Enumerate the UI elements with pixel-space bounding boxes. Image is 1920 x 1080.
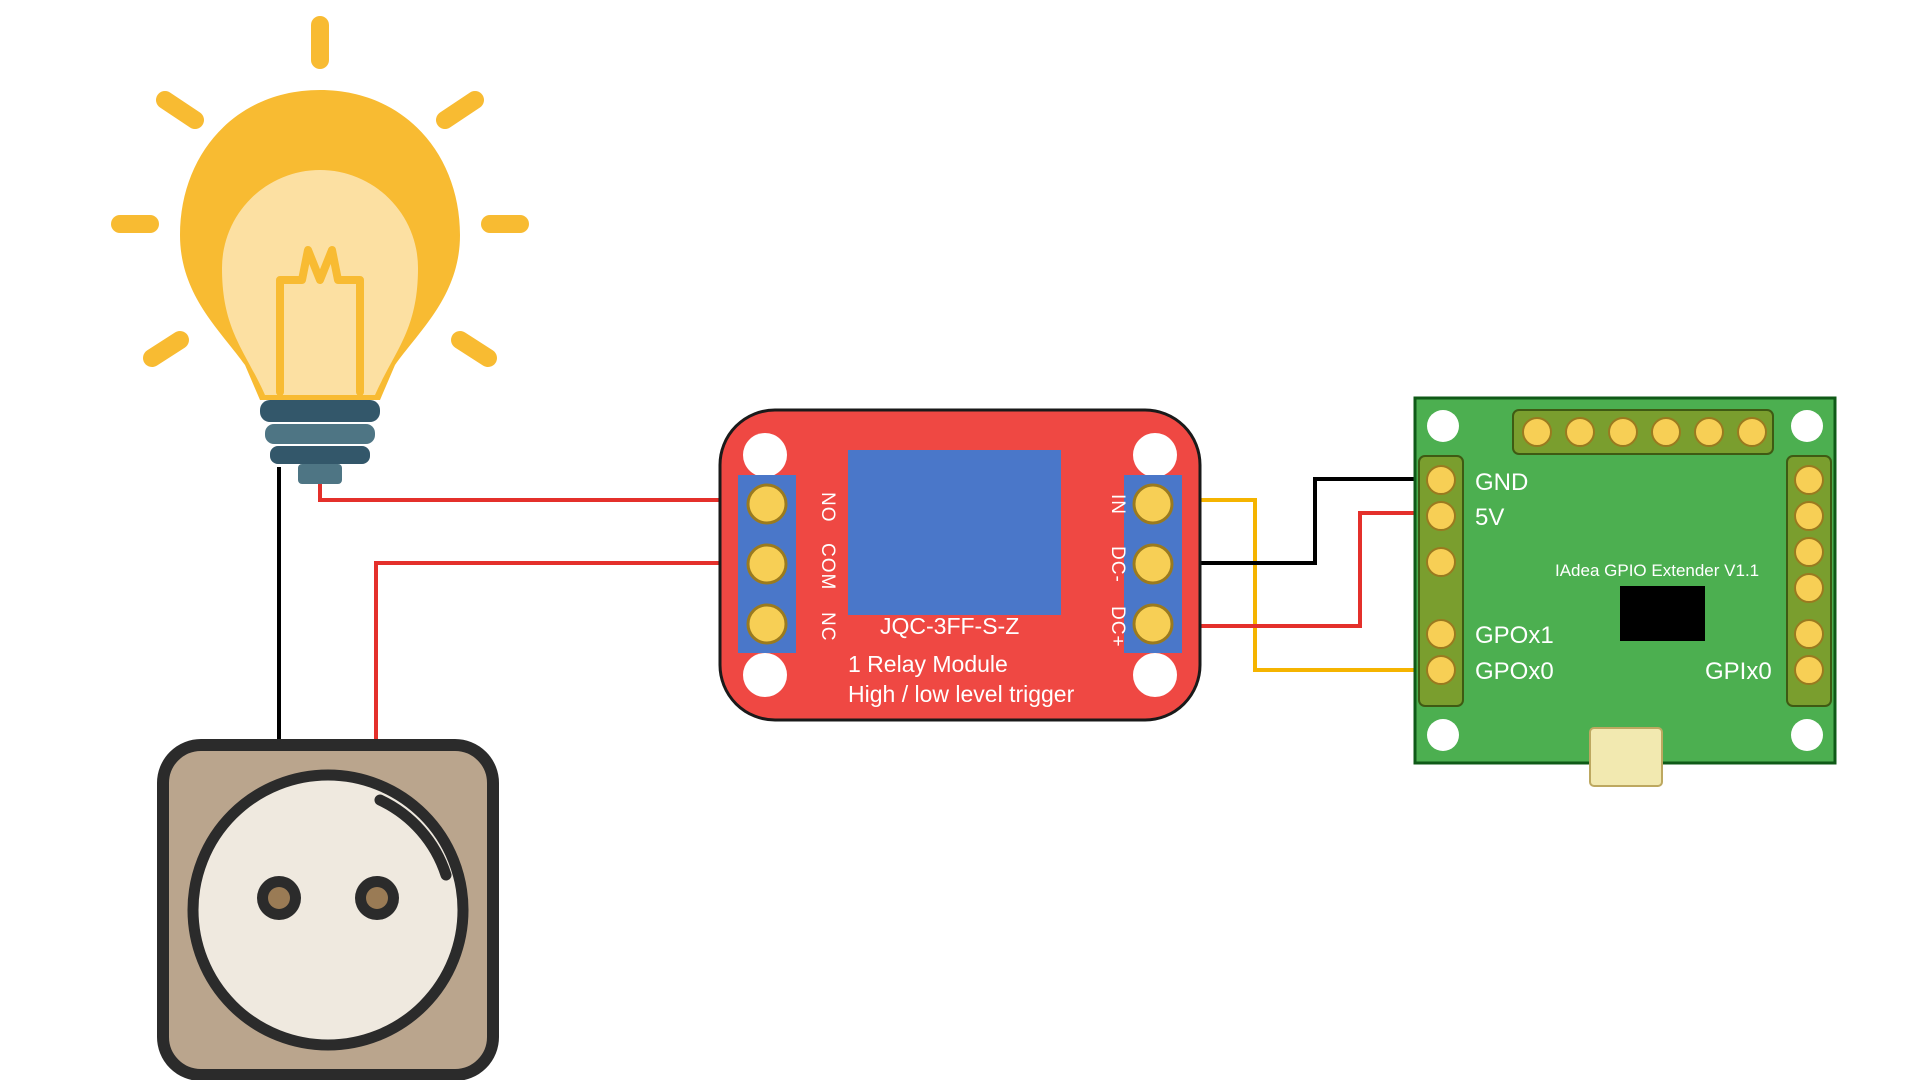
relay-module: JQC-3FF-S-Z 1 Relay Module High / low le… bbox=[720, 410, 1200, 720]
light-bulb-icon bbox=[120, 25, 520, 484]
relay-pin-dcp: DC+ bbox=[1107, 606, 1128, 648]
gpio-label-gpox1: GPOx1 bbox=[1475, 622, 1554, 649]
relay-title-1: 1 Relay Module bbox=[848, 651, 1008, 677]
gpio-label-gpix0: GPIx0 bbox=[1705, 658, 1772, 685]
gpio-right-terminals bbox=[1787, 456, 1831, 706]
relay-pin-in: IN bbox=[1107, 494, 1128, 515]
gpio-board-title: IAdea GPIO Extender V1.1 bbox=[1555, 561, 1759, 580]
relay-pin-no: NO bbox=[817, 492, 838, 523]
relay-pin-com: COM bbox=[817, 543, 838, 590]
gpio-label-gpox0: GPOx0 bbox=[1475, 658, 1554, 685]
gpio-left-terminals bbox=[1419, 456, 1463, 706]
gpio-extender-board: GND 5V GPOx1 GPOx0 GPIx0 IAdea GPIO Exte… bbox=[1415, 398, 1835, 786]
wiring-diagram: JQC-3FF-S-Z 1 Relay Module High / low le… bbox=[0, 0, 1920, 1080]
wire-red-bulb-to-relay-no bbox=[320, 467, 755, 500]
gpio-top-terminals bbox=[1513, 410, 1773, 454]
relay-pin-dcm: DC- bbox=[1107, 546, 1128, 583]
relay-title-2: High / low level trigger bbox=[848, 681, 1075, 707]
gpio-label-gnd: GND bbox=[1475, 469, 1528, 496]
relay-right-terminal-block: IN DC- DC+ bbox=[1107, 475, 1182, 653]
gpio-label-5v: 5V bbox=[1475, 504, 1504, 531]
relay-left-terminal-block: NO COM NC bbox=[738, 475, 838, 653]
relay-chip-label: JQC-3FF-S-Z bbox=[880, 613, 1019, 639]
power-socket-icon bbox=[163, 745, 493, 1075]
relay-pin-nc: NC bbox=[817, 612, 838, 641]
